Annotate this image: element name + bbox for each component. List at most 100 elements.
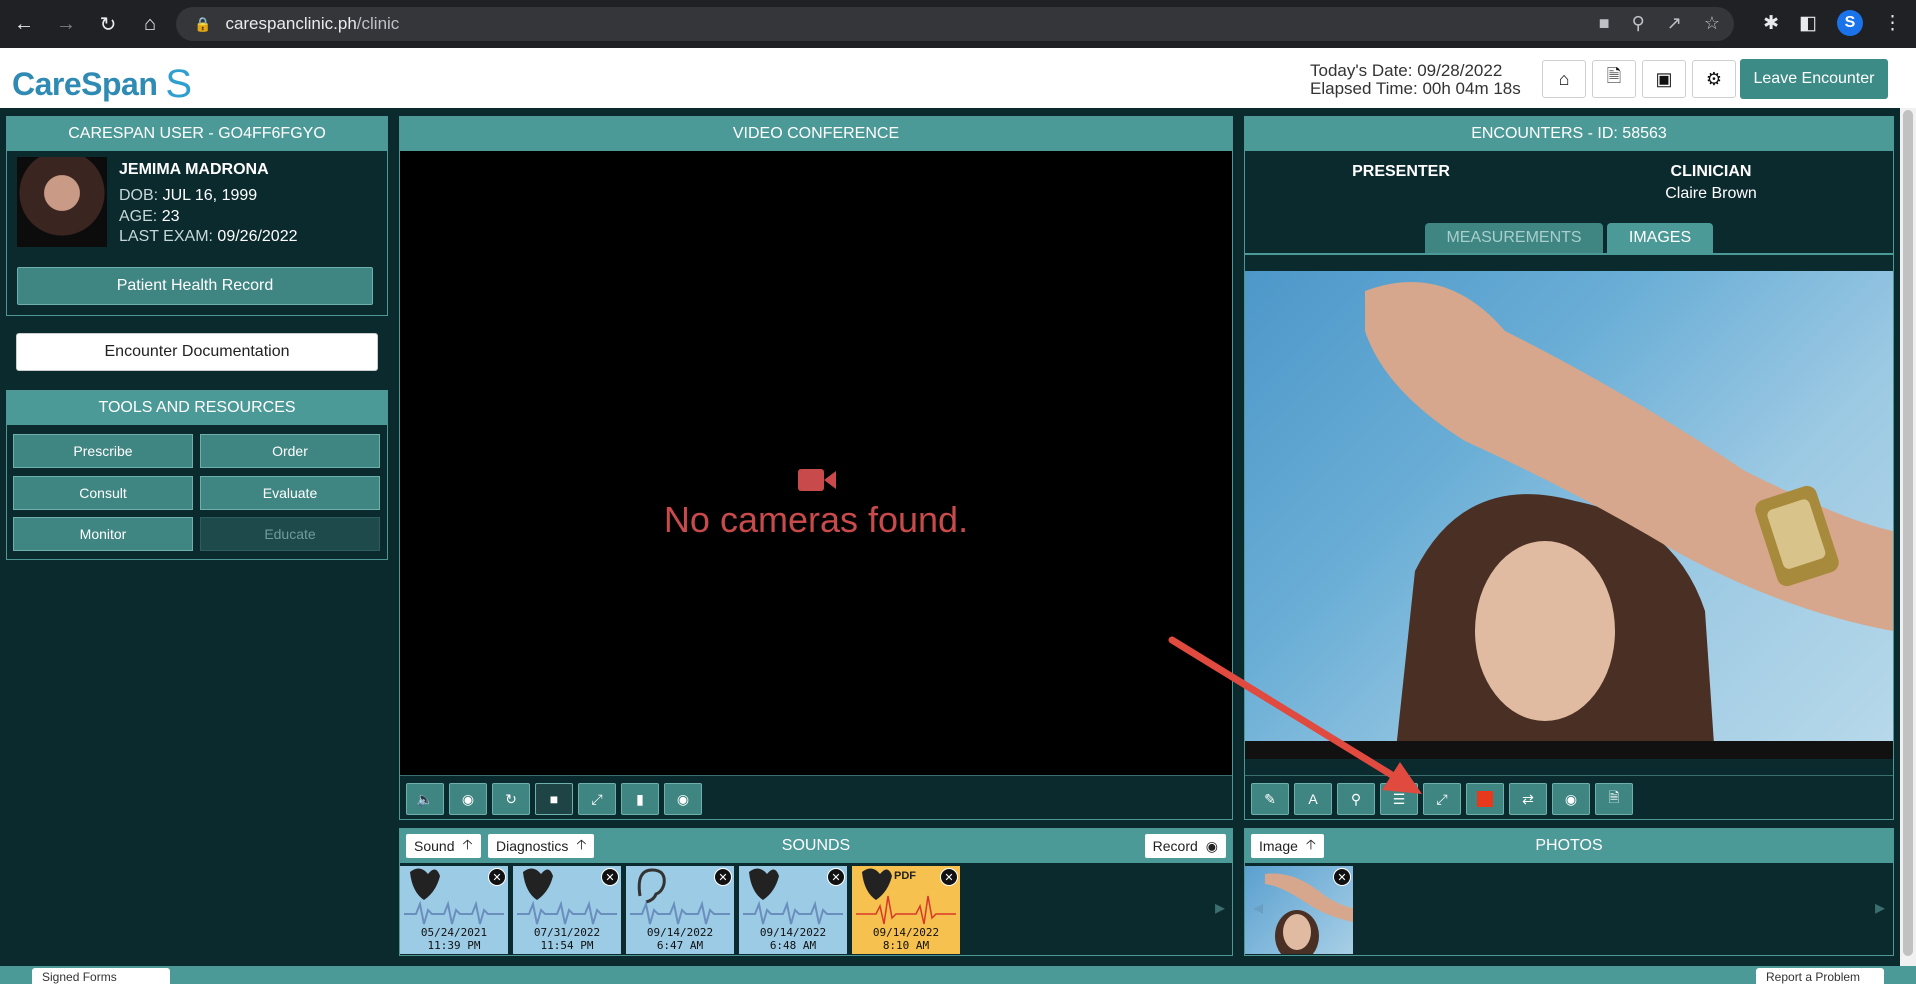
- todays-date: Today's Date: 09/28/2022: [1310, 61, 1503, 80]
- repeat-icon: ⇄: [1522, 790, 1534, 807]
- document-button[interactable]: 🗎: [1592, 60, 1636, 98]
- home-button[interactable]: ⌂: [1542, 60, 1586, 98]
- sound-item[interactable]: ✕ 07/31/2022 11:54 PM: [513, 866, 621, 954]
- sound-item[interactable]: ✕ 09/14/2022 6:47 AM: [626, 866, 734, 954]
- url-host: carespanclinic.ph: [225, 14, 357, 33]
- carespan-logo[interactable]: CareSpan S: [12, 60, 192, 106]
- monitor-button[interactable]: Monitor: [13, 517, 193, 551]
- sound-date: 09/14/2022: [646, 926, 714, 939]
- mute-button[interactable]: 🔈: [406, 783, 444, 815]
- url-path: /clinic: [356, 14, 400, 33]
- sound-timestamp: 05/24/2021 11:39 PM: [400, 926, 508, 952]
- record-stop-button[interactable]: [1466, 783, 1504, 815]
- pdf-date: 09/14/2022: [872, 926, 940, 939]
- pdf-label: PDF: [894, 870, 916, 882]
- reload-icon[interactable]: ↻: [90, 6, 126, 42]
- order-button[interactable]: Order: [200, 434, 380, 468]
- scroll-right-icon[interactable]: ▸: [1875, 895, 1885, 920]
- report-problem-tab[interactable]: Report a Problem: [1756, 968, 1884, 984]
- menu-kebab-icon[interactable]: ⋮: [1883, 12, 1902, 35]
- tools-panel-title: TOOLS AND RESOURCES: [7, 391, 387, 425]
- upload-arrow-icon: 🡡: [576, 836, 587, 852]
- hide-video-button[interactable]: ◉: [449, 783, 487, 815]
- video-conference-panel: VIDEO CONFERENCE No cameras found. 🔈 ◉ ↻…: [399, 116, 1233, 820]
- remove-icon[interactable]: ✕: [827, 868, 845, 886]
- snapshot-button[interactable]: ◉: [664, 783, 702, 815]
- video-controls: 🔈 ◉ ↻ ■ ⤢ ▮ ◉: [400, 775, 1232, 819]
- encounter-participants: PRESENTER CLINICIAN Claire Brown: [1245, 151, 1893, 221]
- settings-button[interactable]: ⚙: [1692, 60, 1736, 98]
- diagnostics-chip-label: Diagnostics: [496, 838, 569, 854]
- scroll-right-icon[interactable]: ▸: [1215, 895, 1225, 920]
- encounter-documentation-button[interactable]: Encounter Documentation: [16, 333, 378, 371]
- remove-icon[interactable]: ✕: [714, 868, 732, 886]
- flashlight-button[interactable]: ▮: [621, 783, 659, 815]
- remove-icon[interactable]: ✕: [601, 868, 619, 886]
- tab-images[interactable]: IMAGES: [1607, 223, 1713, 253]
- scrollbar-thumb[interactable]: [1903, 110, 1913, 956]
- remove-icon[interactable]: ✕: [940, 868, 958, 886]
- sound-time: 11:54 PM: [540, 939, 594, 952]
- share-icon[interactable]: ↗: [1667, 13, 1682, 34]
- video-panel-title: VIDEO CONFERENCE: [400, 117, 1232, 151]
- sound-item[interactable]: ✕ 05/24/2021 11:39 PM: [400, 866, 508, 954]
- sound-item[interactable]: ✕ 09/14/2022 6:48 AM: [739, 866, 847, 954]
- switch-camera-button[interactable]: ↻: [492, 783, 530, 815]
- sounds-header: Sound 🡡 Diagnostics 🡡 SOUNDS Record ◉: [400, 829, 1232, 863]
- evaluate-button[interactable]: Evaluate: [200, 476, 380, 510]
- consult-button[interactable]: Consult: [13, 476, 193, 510]
- prescribe-button[interactable]: Prescribe: [13, 434, 193, 468]
- photos-panel: Image 🡡 PHOTOS ✕ ◂ ▸: [1244, 828, 1894, 962]
- camera-toggle-button[interactable]: ■: [535, 783, 573, 815]
- remove-icon[interactable]: ✕: [1333, 868, 1351, 886]
- sound-date: 07/31/2022: [533, 926, 601, 939]
- pdf-timestamp: 09/14/2022 8:10 AM: [852, 926, 960, 952]
- sound-timestamp: 09/14/2022 6:48 AM: [739, 926, 847, 952]
- patient-avatar: [17, 157, 107, 247]
- elapsed-time: Elapsed Time: 00h 04m 18s: [1310, 79, 1521, 98]
- address-bar[interactable]: 🔒 carespanclinic.ph/clinic ■ ⚲ ↗ ☆: [176, 7, 1734, 41]
- no-cameras-message: No cameras found.: [663, 499, 969, 540]
- bookmark-star-icon[interactable]: ☆: [1704, 13, 1720, 34]
- save-document-button[interactable]: 🗎: [1595, 783, 1633, 815]
- patient-age: AGE: 23: [119, 208, 180, 225]
- presenter-label: PRESENTER: [1352, 163, 1450, 180]
- browser-toolbar: ← → ↻ ⌂ 🔒 carespanclinic.ph/clinic ■ ⚲ ↗…: [0, 0, 1916, 48]
- logo-text: CareSpan: [12, 66, 158, 102]
- extensions-icon[interactable]: ✱: [1763, 12, 1779, 35]
- back-icon[interactable]: ←: [6, 6, 42, 42]
- scroll-left-icon[interactable]: ◂: [1253, 895, 1263, 920]
- clinician-name: Claire Brown: [1665, 185, 1757, 202]
- sound-upload-chip[interactable]: Sound 🡡: [406, 834, 481, 858]
- tab-measurements[interactable]: MEASUREMENTS: [1425, 223, 1603, 253]
- annotation-arrow: [1168, 636, 1422, 794]
- page-scrollbar[interactable]: [1900, 108, 1916, 966]
- zoom-icon[interactable]: ⚲: [1632, 13, 1645, 34]
- patient-last-exam: LAST EXAM: 09/26/2022: [119, 228, 298, 245]
- side-panel-icon[interactable]: ◧: [1799, 12, 1817, 35]
- capture-button[interactable]: ◉: [1552, 783, 1590, 815]
- signed-forms-tab[interactable]: Signed Forms: [32, 968, 170, 984]
- video-feed: No cameras found.: [400, 151, 1232, 775]
- diagnostic-pdf-item[interactable]: PDF ✕ 09/14/2022 8:10 AM: [852, 866, 960, 954]
- home-icon[interactable]: ⌂: [132, 6, 168, 42]
- leave-encounter-button[interactable]: Leave Encounter: [1740, 59, 1888, 99]
- camera-blocked-icon[interactable]: ■: [1599, 13, 1610, 34]
- rotate-button[interactable]: ⇄: [1509, 783, 1547, 815]
- patient-health-record-button[interactable]: Patient Health Record: [17, 267, 373, 305]
- remove-icon[interactable]: ✕: [488, 868, 506, 886]
- stop-square-icon: [1477, 791, 1493, 807]
- image-upload-chip[interactable]: Image 🡡: [1251, 834, 1324, 858]
- photos-header: Image 🡡 PHOTOS: [1245, 829, 1893, 863]
- bag-button[interactable]: ▣: [1642, 60, 1686, 98]
- forward-icon[interactable]: →: [48, 6, 84, 42]
- pdf-time: 8:10 AM: [882, 939, 930, 952]
- footer-bar: Signed Forms Report a Problem: [0, 966, 1916, 984]
- profile-avatar[interactable]: S: [1837, 10, 1863, 36]
- diagnostics-upload-chip[interactable]: Diagnostics 🡡: [488, 834, 595, 858]
- refresh-icon: ↻: [505, 790, 517, 807]
- file-icon: 🗎: [1608, 789, 1620, 805]
- record-chip[interactable]: Record ◉: [1144, 834, 1226, 858]
- video-camera-icon: [798, 469, 836, 491]
- fullscreen-button[interactable]: ⤢: [578, 783, 616, 815]
